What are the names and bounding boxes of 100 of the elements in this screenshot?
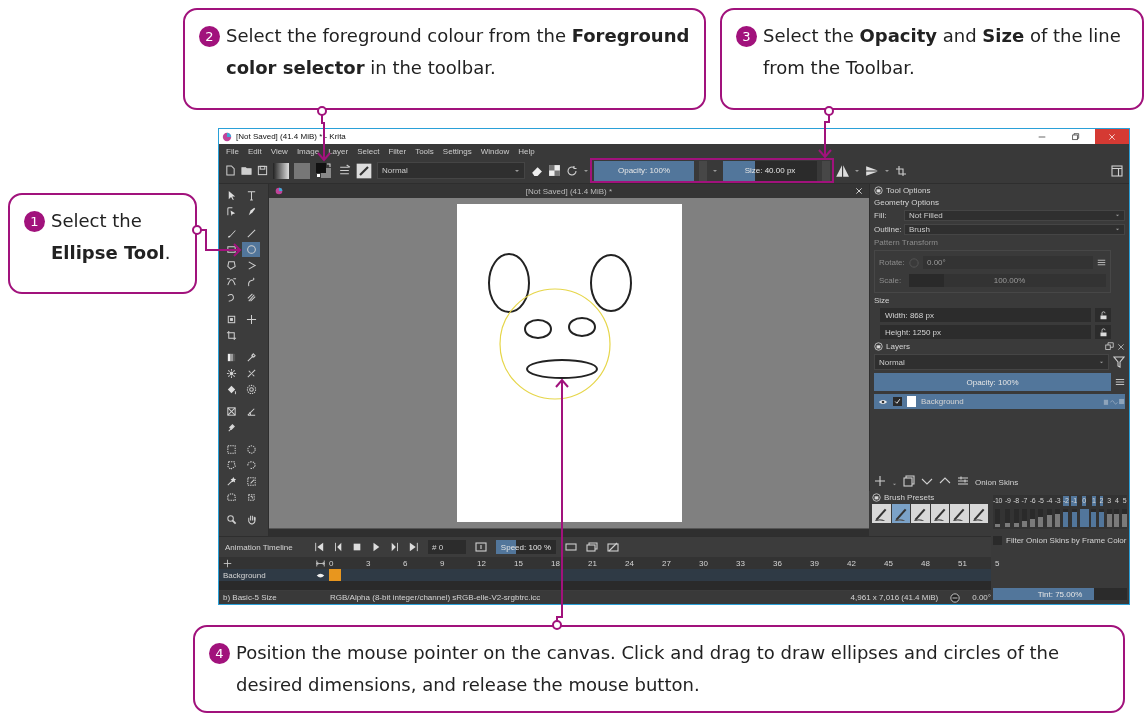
menu-item[interactable]: Filter [388,146,407,156]
lock-icon[interactable] [872,493,881,502]
document-tab[interactable]: [Not Saved] (41.4 MiB) * [269,184,869,198]
lock-icon[interactable] [874,186,883,195]
frame-number: 9 [440,558,446,568]
frames-icon[interactable] [586,541,598,553]
caret-icon[interactable] [884,167,890,174]
layer-thumbnail [907,396,916,407]
plus-icon[interactable] [223,558,232,568]
loop-icon[interactable] [475,541,487,553]
brush-preset-thumbnail[interactable] [891,504,910,523]
brush-preset-thumbnail[interactable] [950,504,969,523]
dropdown[interactable]: Brush [904,224,1125,235]
caret-icon[interactable] [583,167,589,174]
opacity-slider[interactable]: Opacity: 100% [594,160,694,181]
menu-icon[interactable] [1097,258,1106,267]
horizontal-scrollbar[interactable] [219,581,991,590]
folder-icon[interactable] [241,165,252,176]
caret-icon[interactable] [892,482,897,487]
opacity-bar[interactable] [1021,520,1027,527]
brush-preset-thumbnail[interactable] [969,504,988,523]
opacity-bar[interactable] [1063,511,1069,527]
spin-field[interactable]: Width: 868 px [880,308,1091,322]
close-icon[interactable] [1117,342,1125,351]
mirror-horizontal-icon[interactable] [835,163,849,178]
frame-field[interactable]: # 0 [428,540,466,554]
menu-item[interactable]: Tools [415,146,434,156]
blend-mode-dropdown[interactable]: Normal [377,162,525,179]
opacity-slider[interactable]: Opacity: 100% [874,373,1111,391]
close-icon[interactable] [855,187,863,195]
spin-field[interactable]: Height: 1250 px [880,325,1091,339]
duplicate-icon[interactable] [903,475,915,487]
caret-icon[interactable] [854,167,860,174]
menu-item[interactable]: Edit [247,146,262,156]
opacity-bar[interactable] [1071,511,1077,527]
properties-icon[interactable] [957,475,969,487]
opacity-bar[interactable] [1005,523,1011,527]
opacity-bar[interactable] [1030,518,1036,527]
tint-slider[interactable]: Tint: 75.00% [993,588,1127,600]
play-icon[interactable] [371,542,381,552]
frame-icon[interactable] [565,541,577,553]
step-back-icon[interactable] [333,542,343,552]
padlock-icon [1098,327,1108,337]
menu-item[interactable]: View [270,146,288,156]
brush-preset-thumbnail[interactable] [930,504,949,523]
horizontal-scrollbar[interactable] [269,528,869,536]
skip-end-icon[interactable] [409,542,419,552]
menu-item[interactable]: Settings [442,146,472,156]
filter-icon[interactable] [1113,356,1125,368]
pin-icon [225,422,237,433]
pattern-swatch[interactable] [294,162,310,179]
zoom-width-icon[interactable] [316,558,325,568]
panel-layout-icon[interactable] [1111,164,1123,177]
opacity-bar[interactable] [1055,513,1060,527]
frame-number: 42 [847,558,857,568]
menu-item[interactable]: Image [296,146,320,156]
keyframe-cell[interactable] [329,569,341,581]
checkerboard-icon[interactable] [548,164,561,177]
gradient-swatch[interactable] [273,162,289,179]
brush-preset-thumbnail[interactable] [911,504,930,523]
button-label[interactable]: Onion Skins [975,478,1019,487]
caret-icon[interactable] [712,167,718,174]
lock-icon[interactable] [874,342,883,351]
brush-settings-icon[interactable] [338,164,351,177]
no-frame-icon[interactable] [607,541,619,553]
opacity-bar[interactable] [995,524,1001,527]
eraser-icon[interactable] [530,164,543,177]
stop-icon[interactable] [352,542,362,552]
menu-icon[interactable] [1115,377,1125,387]
checkbox[interactable] [893,397,902,406]
opacity-bar[interactable] [1013,522,1019,527]
reload-icon[interactable] [566,164,578,177]
brush-preset-icon[interactable] [356,162,372,179]
opacity-bar[interactable] [1079,509,1089,527]
checkmark-icon [894,398,901,405]
opacity-bar[interactable] [1106,513,1112,527]
menu-item[interactable]: Help [518,146,535,156]
menu-item[interactable]: File [226,146,239,156]
opacity-bar[interactable] [1046,515,1052,527]
new-document-icon[interactable] [225,165,236,176]
lock-button[interactable] [1095,308,1111,322]
skip-start-icon[interactable] [314,542,324,552]
menu-item[interactable]: Layer [328,146,349,156]
opacity-bar[interactable] [1121,513,1127,527]
float-icon[interactable] [1105,342,1114,351]
step-forward-icon[interactable] [390,542,400,552]
brush-preset-thumbnail[interactable] [872,504,891,523]
opacity-bar[interactable] [1091,511,1097,527]
menu-item[interactable]: Window [480,146,510,156]
foreground-background-color-icon[interactable] [315,161,333,180]
opacity-bar[interactable] [1098,511,1104,527]
frame-number: 24 [625,558,635,568]
menu-item[interactable]: Select [357,146,380,156]
dropdown[interactable]: Not Filled [904,210,1125,221]
blend-mode-dropdown[interactable]: Normal [874,354,1109,370]
opacity-bar[interactable] [1114,513,1120,527]
opacity-bar[interactable] [1038,517,1044,527]
plus-icon[interactable] [874,475,886,487]
lock-button[interactable] [1095,325,1111,339]
rotation-icon[interactable] [950,592,961,603]
